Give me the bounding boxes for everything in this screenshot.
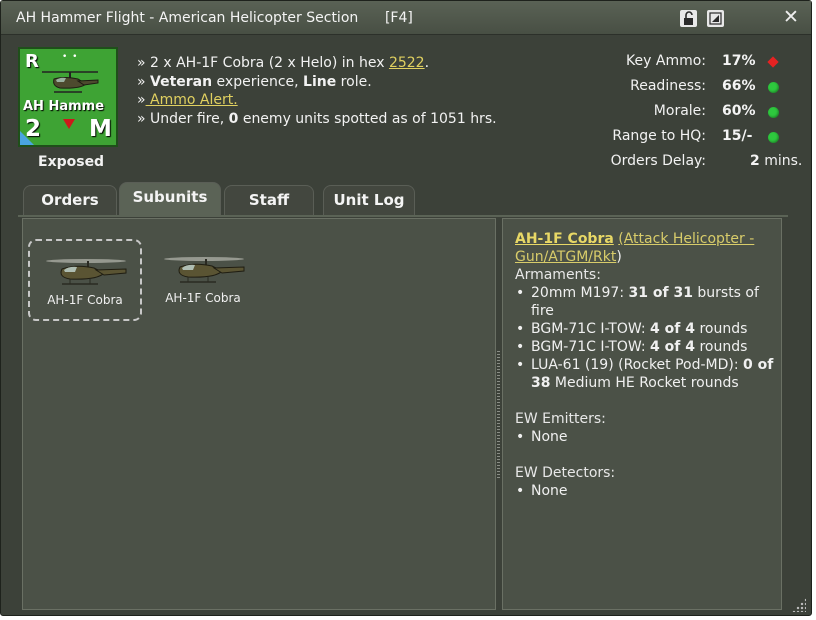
green-dot-icon — [768, 82, 779, 93]
ew-emitters-list: None — [515, 428, 777, 446]
subunit-item[interactable]: AH-1F Cobra — [148, 239, 262, 321]
summary-line-experience: » Veteran experience, Line role. — [137, 73, 372, 90]
helicopter-icon — [42, 71, 99, 93]
close-icon[interactable]: ✕ — [783, 6, 799, 28]
summary-line-alert: » Ammo Alert. — [137, 92, 238, 108]
unit-counter-size-letter: M — [89, 116, 112, 142]
tab-staff[interactable]: Staff — [224, 185, 314, 215]
tab-orders[interactable]: Orders — [23, 185, 117, 215]
armaments-list: 20mm M197: 31 of 31 bursts of fire BGM-7… — [515, 284, 777, 392]
flag-corner-icon — [20, 131, 34, 145]
tab-subunits[interactable]: Subunits — [119, 182, 221, 216]
ammo-alert-link[interactable]: Ammo Alert. — [146, 92, 238, 108]
unit-counter-name: AH Hamme — [23, 99, 105, 114]
unlock-icon[interactable] — [680, 10, 697, 27]
summary-line-fire: » Under fire, 0 enemy units spotted as o… — [137, 110, 497, 127]
restore-icon[interactable] — [707, 10, 724, 27]
ew-detectors-header: EW Detectors: — [515, 465, 616, 481]
ew-detectors-list: None — [515, 482, 777, 500]
tab-underline — [18, 215, 788, 217]
status-label: Exposed — [38, 154, 105, 170]
list-item: 20mm M197: 31 of 31 bursts of fire — [515, 284, 777, 320]
list-item: LUA-61 (19) (Rocket Pod-MD): 0 of 38 Med… — [515, 356, 777, 392]
unit-summary: » 2 x AH-1F Cobra (2 x Helo) in hex 2522… — [137, 54, 497, 128]
unit-stats: Key Ammo: 17% Readiness: 66% Morale: 60%… — [601, 53, 803, 178]
status-marker-icon — [63, 119, 75, 129]
armaments-header: Armaments: — [515, 267, 601, 283]
ew-emitters-header: EW Emitters: — [515, 411, 606, 427]
list-item: None — [515, 482, 777, 500]
detail-name-link[interactable]: AH-1F Cobra — [515, 231, 614, 247]
green-dot-icon — [768, 107, 779, 118]
unit-counter-icon[interactable]: R • • AH Hamme 2 M — [18, 47, 118, 147]
green-dot-icon — [768, 132, 779, 143]
helicopter-icon — [164, 257, 245, 283]
stat-key-ammo: Key Ammo: 17% — [601, 53, 801, 78]
red-diamond-icon — [767, 56, 779, 68]
unit-info-window: AH Hammer Flight - American Helicopter S… — [0, 0, 812, 616]
panel-splitter[interactable] — [497, 351, 500, 479]
summary-line-composition: » 2 x AH-1F Cobra (2 x Helo) in hex 2522… — [137, 55, 430, 71]
window-title: AH Hammer Flight - American Helicopter S… — [16, 10, 413, 26]
subunit-detail: AH-1F Cobra (Attack Helicopter - Gun/ATG… — [515, 230, 777, 500]
resize-grip-icon[interactable] — [792, 598, 806, 612]
list-item: None — [515, 428, 777, 446]
subunit-label: AH-1F Cobra — [47, 293, 123, 307]
tab-unit-log[interactable]: Unit Log — [323, 185, 415, 215]
hex-link[interactable]: 2522 — [389, 55, 425, 71]
list-item: BGM-71C I-TOW: 4 of 4 rounds — [515, 338, 777, 356]
detail-heading: AH-1F Cobra (Attack Helicopter - Gun/ATG… — [515, 231, 755, 265]
stat-readiness: Readiness: 66% — [601, 78, 801, 103]
unit-size-dots: • • — [62, 52, 79, 62]
title-bar[interactable]: AH Hammer Flight - American Helicopter S… — [1, 1, 811, 35]
stat-range-to-hq: Range to HQ: 15/- — [601, 128, 801, 153]
subunit-label: AH-1F Cobra — [165, 291, 241, 305]
stat-morale: Morale: 60% — [601, 103, 801, 128]
subunit-item[interactable]: AH-1F Cobra — [28, 239, 142, 321]
list-item: BGM-71C I-TOW: 4 of 4 rounds — [515, 320, 777, 338]
stat-orders-delay: Orders Delay: 2 mins. — [610, 153, 803, 169]
helicopter-icon — [46, 259, 127, 285]
unit-quality-letter: R — [25, 51, 39, 72]
